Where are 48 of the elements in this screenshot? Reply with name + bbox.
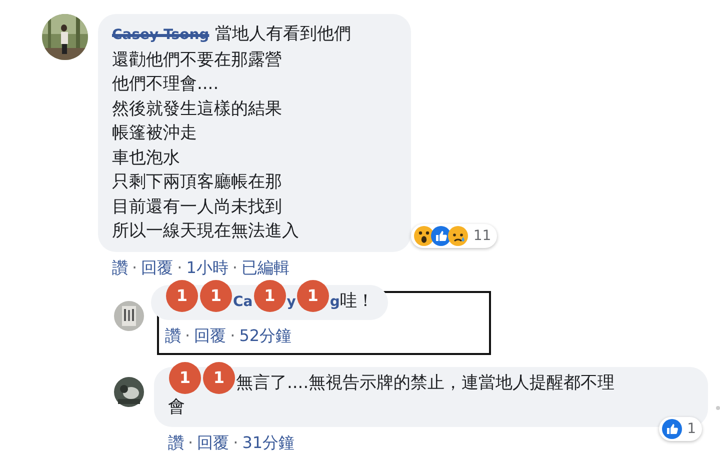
separator-dot: ·: [177, 258, 182, 278]
comment-text: 車也泡水: [112, 146, 181, 170]
timestamp[interactable]: 已編輯: [241, 258, 290, 278]
reactions-pill[interactable]: 1: [659, 416, 702, 440]
author-name[interactable]: g: [330, 294, 340, 310]
comment-text: 還勸他們不要在那露營: [112, 48, 283, 72]
timestamp[interactable]: 31分鐘: [242, 432, 295, 454]
reaction-count: 11: [473, 228, 492, 244]
action-link[interactable]: 讚: [168, 432, 184, 454]
action-link[interactable]: 回覆: [141, 258, 174, 278]
separator-dot: ·: [232, 258, 238, 278]
separator-dot: ·: [188, 432, 194, 454]
comment-text: 哇！: [340, 290, 374, 310]
count-badge: 1: [296, 280, 329, 312]
count-badge: 1: [166, 280, 198, 312]
author-name[interactable]: Casey Tsong: [112, 23, 210, 48]
comment-text: 然後就發生這樣的結果: [112, 98, 283, 120]
comment-text: 所以一線天現在無法進入: [112, 220, 300, 243]
count-badge: 1: [254, 280, 286, 312]
comment-text: 會: [168, 396, 185, 418]
comment-text: 當地人有看到他們: [215, 23, 352, 46]
separator-dot: ·: [230, 326, 236, 346]
timestamp[interactable]: 52分鐘: [239, 326, 292, 346]
scroll-dot: [716, 406, 720, 410]
surprised-face-icon: [414, 226, 434, 246]
separator-dot: ·: [185, 326, 190, 346]
reaction-count: 1: [687, 420, 696, 436]
count-badge: 1: [203, 362, 235, 394]
count-badge: 1: [200, 280, 232, 312]
count-badge: 1: [169, 362, 201, 394]
author-name[interactable]: y: [286, 294, 296, 310]
reactions-pill[interactable]: 11: [411, 224, 498, 248]
separator-dot: ·: [233, 432, 238, 454]
separator-dot: ·: [132, 258, 138, 278]
action-link[interactable]: 回覆: [197, 432, 230, 454]
sad-face-icon: [448, 226, 468, 246]
thumbs-up-icon: [431, 226, 452, 246]
comment-text: 無言了....無視告示牌的禁止，連當地人提醒都不理: [236, 372, 615, 392]
action-link[interactable]: 讚: [165, 326, 181, 346]
action-link[interactable]: 讚: [112, 258, 128, 278]
action-link[interactable]: 回覆: [194, 326, 226, 346]
comment-text: 他們不理會....: [112, 73, 220, 96]
comment-text: 只剩下兩頂客廳帳在那: [112, 171, 283, 194]
author-name[interactable]: Ca: [233, 294, 253, 310]
comment-text: 目前還有一人尚未找到: [112, 196, 283, 218]
timestamp[interactable]: 1小時: [186, 258, 228, 278]
thumbs-up-icon: [662, 418, 682, 438]
comment-text: 帳篷被沖走: [112, 122, 198, 145]
